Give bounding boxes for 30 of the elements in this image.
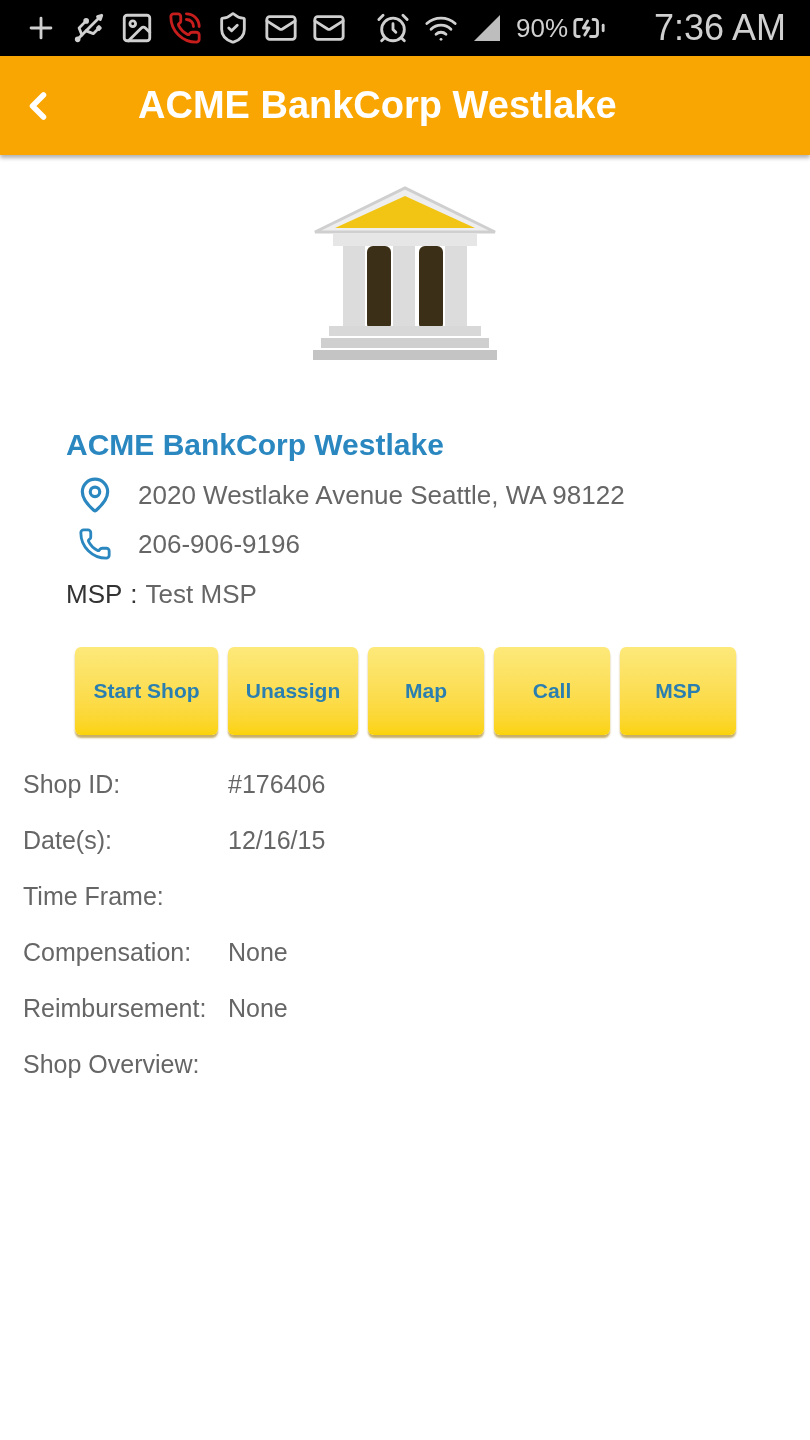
- action-button[interactable]: Call: [494, 647, 610, 735]
- action-button[interactable]: Map: [368, 647, 484, 735]
- address: 2020 Westlake Avenue Seattle, WA 98122: [138, 478, 625, 512]
- msp-value: Test MSP: [145, 577, 257, 611]
- action-button[interactable]: Unassign: [228, 647, 358, 735]
- clock: 7:36 AM: [653, 6, 786, 50]
- detail-value: 12/16/15: [228, 825, 326, 857]
- detail-value: #176406: [228, 769, 326, 801]
- msp-separator: :: [130, 577, 138, 611]
- image-icon: [120, 11, 154, 45]
- battery-percent: 90%: [516, 11, 569, 45]
- phone-icon: [168, 11, 202, 45]
- phone-number: 206-906-9196: [138, 527, 300, 561]
- action-button[interactable]: MSP: [620, 647, 736, 735]
- action-button[interactable]: Start Shop: [75, 647, 218, 735]
- msp-label: MSP: [66, 577, 123, 611]
- detail-value: None: [228, 993, 288, 1025]
- app-bar-title: ACME BankCorp Westlake: [138, 83, 617, 128]
- detail-label: Shop ID:: [23, 769, 122, 801]
- signal-icon: [472, 13, 502, 43]
- phone-icon: [78, 527, 112, 561]
- detail-label: Reimbursement:: [23, 993, 208, 1025]
- detail-label: Compensation:: [23, 937, 193, 969]
- detail-value: None: [228, 937, 288, 969]
- usb-icon: [72, 11, 106, 45]
- alarm-icon: [376, 11, 410, 45]
- location-name: ACME BankCorp Westlake: [66, 427, 445, 463]
- detail-label: Date(s):: [23, 825, 113, 857]
- detail-label: Shop Overview:: [23, 1049, 201, 1081]
- detail-label: Time Frame:: [23, 881, 165, 913]
